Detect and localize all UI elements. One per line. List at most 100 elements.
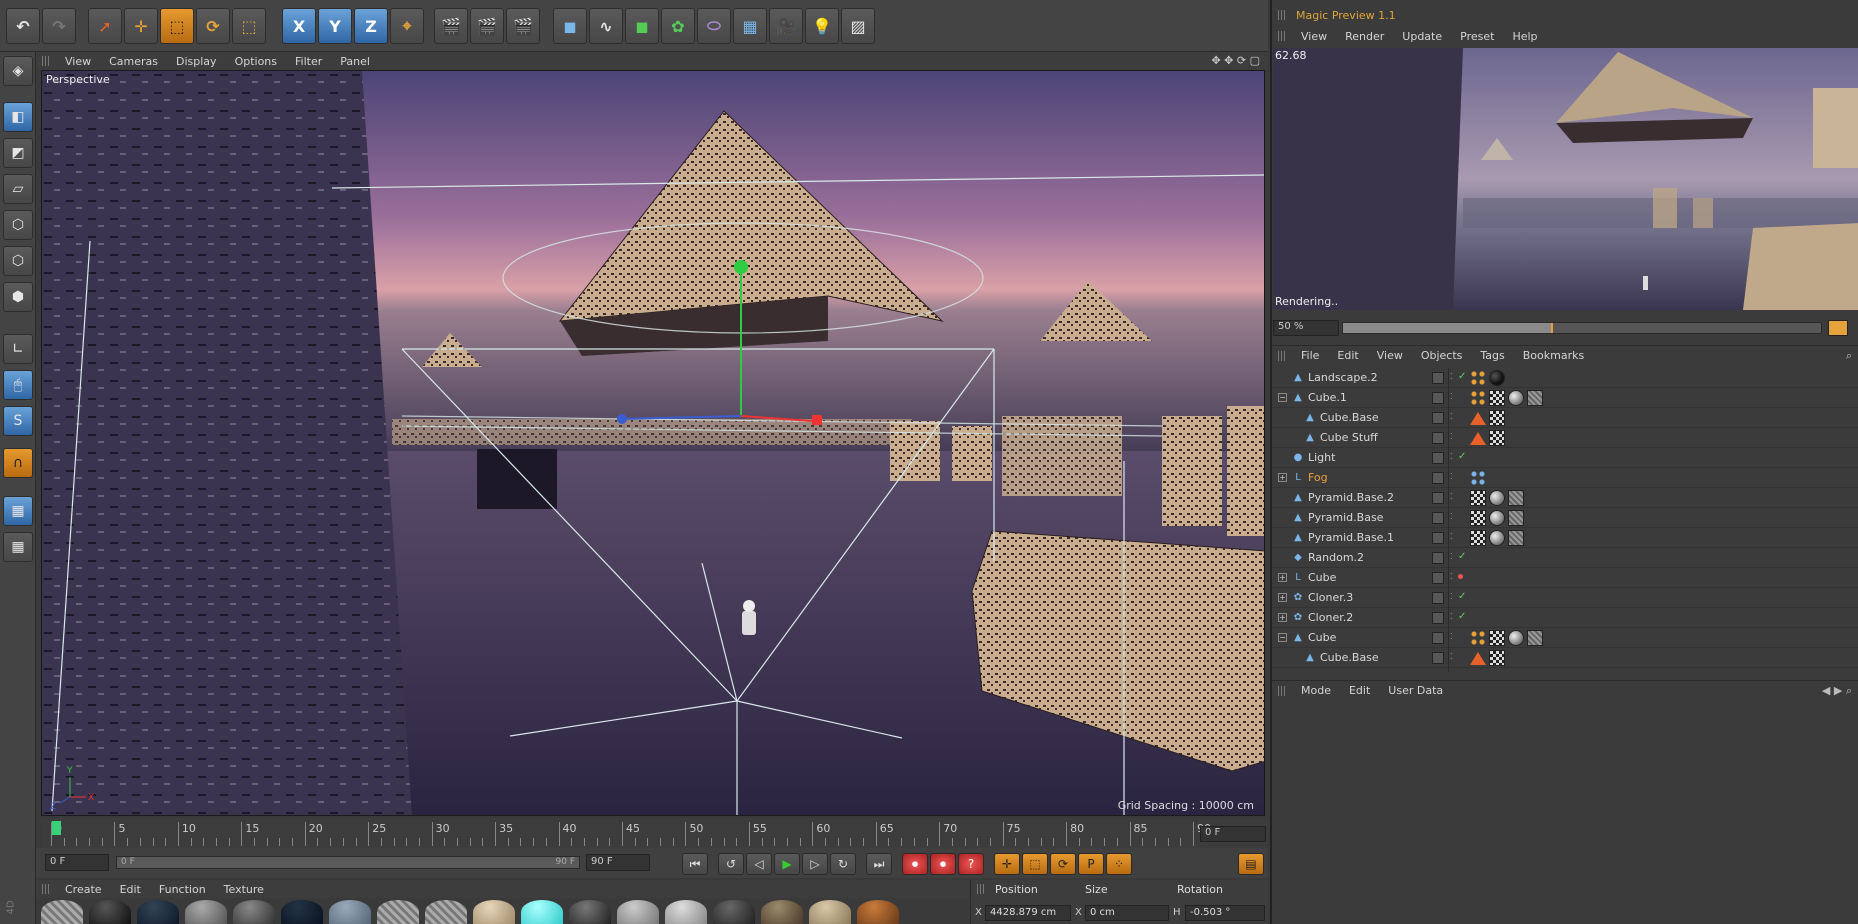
coordinate-system-button[interactable]: ⌖: [390, 8, 424, 44]
visibility-dots-icon[interactable]: ⁚: [1450, 492, 1456, 504]
tweak-mode-button[interactable]: 🖱: [3, 370, 33, 400]
mp-menu-help[interactable]: Help: [1503, 30, 1546, 43]
om-menu-objects[interactable]: Objects: [1412, 349, 1472, 362]
axis-mode-button[interactable]: ∟: [3, 334, 33, 364]
start-frame-field[interactable]: 0 F: [45, 854, 109, 871]
layer-flag-icon[interactable]: [1432, 652, 1444, 664]
layer-flag-icon[interactable]: [1432, 372, 1444, 384]
magic-preview-render[interactable]: 62.68 Rendering..: [1273, 48, 1858, 310]
enabled-check-icon[interactable]: ✓: [1458, 591, 1466, 602]
next-frame-button[interactable]: ▷: [802, 853, 828, 875]
render-settings-button[interactable]: 🎬: [506, 8, 540, 44]
checker-tag-icon[interactable]: [1489, 630, 1505, 646]
visibility-dots-icon[interactable]: ⁚: [1450, 592, 1456, 604]
object-name[interactable]: Cube.Base: [1320, 411, 1379, 424]
key-parameter-button[interactable]: P: [1078, 853, 1104, 875]
disabled-dot-icon[interactable]: [1458, 574, 1463, 579]
current-frame-field[interactable]: 0 F: [1200, 826, 1266, 842]
material-swatch[interactable]: [89, 900, 131, 924]
om-menu-edit[interactable]: Edit: [1328, 349, 1367, 362]
viewport-menu-panel[interactable]: Panel: [331, 55, 379, 68]
size-x-field[interactable]: 0 cm: [1085, 905, 1169, 921]
layer-flag-icon[interactable]: [1432, 632, 1444, 644]
phong-tag-icon[interactable]: [1470, 412, 1486, 425]
object-row[interactable]: − ▲ Cube ⁚: [1272, 628, 1858, 648]
deformer-button[interactable]: ⬭: [697, 8, 731, 44]
y-axis-lock[interactable]: Y: [318, 8, 352, 44]
dots-tag-icon[interactable]: [1470, 630, 1486, 646]
object-name[interactable]: Light: [1308, 451, 1335, 464]
magnet-icon[interactable]: ∩: [3, 448, 33, 478]
layer-flag-icon[interactable]: [1432, 572, 1444, 584]
viewport-menu-filter[interactable]: Filter: [286, 55, 331, 68]
visibility-dots-icon[interactable]: ⁚: [1450, 372, 1456, 384]
visibility-dots-icon[interactable]: ⁚: [1450, 572, 1456, 584]
material-menu-edit[interactable]: Edit: [111, 883, 150, 896]
object-row[interactable]: ▲ Landscape.2 ⁚ ✓: [1272, 368, 1858, 388]
visibility-dots-icon[interactable]: ⁚: [1450, 412, 1456, 424]
sphere-tag-icon[interactable]: [1489, 510, 1505, 526]
mp-menu-update[interactable]: Update: [1393, 30, 1451, 43]
viewport-menu-view[interactable]: View: [56, 55, 100, 68]
key-scale-button[interactable]: ⬚: [1022, 853, 1048, 875]
material-swatch[interactable]: [137, 900, 179, 924]
checker-tag-icon[interactable]: [1489, 650, 1505, 666]
material-swatch[interactable]: [521, 900, 563, 924]
object-row[interactable]: + L Cube ⁚: [1272, 568, 1858, 588]
spline-pen-button[interactable]: ∿: [589, 8, 623, 44]
viewport-menu-display[interactable]: Display: [167, 55, 226, 68]
light-button[interactable]: 💡: [805, 8, 839, 44]
object-row[interactable]: ▲ Pyramid.Base.1 ⁚: [1272, 528, 1858, 548]
mp-menu-view[interactable]: View: [1292, 30, 1336, 43]
object-name[interactable]: Pyramid.Base: [1308, 511, 1383, 524]
redo-button[interactable]: ↷: [42, 8, 76, 44]
object-name[interactable]: Landscape.2: [1308, 371, 1378, 384]
visibility-dots-icon[interactable]: ⁚: [1450, 632, 1456, 644]
material-swatch[interactable]: [377, 900, 419, 924]
layer-flag-icon[interactable]: [1432, 492, 1444, 504]
make-editable-button[interactable]: ◈: [3, 56, 33, 86]
rotation-h-field[interactable]: -0.503 °: [1185, 905, 1265, 921]
last-tool[interactable]: ⬚: [232, 8, 266, 44]
material-swatch[interactable]: [185, 900, 227, 924]
object-name[interactable]: Cube.Base: [1320, 651, 1379, 664]
layer-flag-icon[interactable]: [1432, 472, 1444, 484]
perspective-viewport[interactable]: Y X Z Perspective Grid Spacing : 10000 c…: [41, 70, 1265, 816]
object-row[interactable]: ◆ Random.2 ⁚ ✓: [1272, 548, 1858, 568]
live-selection-tool[interactable]: ➚: [88, 8, 122, 44]
layer-flag-icon[interactable]: [1432, 532, 1444, 544]
object-name[interactable]: Fog: [1308, 471, 1328, 484]
floor-button[interactable]: ▦: [733, 8, 767, 44]
sphere-tag-icon[interactable]: [1489, 530, 1505, 546]
checker-tag-icon[interactable]: [1489, 430, 1505, 446]
environment-button[interactable]: ▨: [841, 8, 875, 44]
attr-menu-edit[interactable]: Edit: [1340, 684, 1379, 697]
viewport-menu-cameras[interactable]: Cameras: [100, 55, 167, 68]
subdivision-button[interactable]: ◼: [625, 8, 659, 44]
material-swatch[interactable]: [329, 900, 371, 924]
layer-flag-icon[interactable]: [1432, 592, 1444, 604]
polygons-mode-button[interactable]: ⬢: [3, 282, 33, 312]
previous-key-button[interactable]: ↺: [718, 853, 744, 875]
visibility-dots-icon[interactable]: ⁚: [1450, 472, 1456, 484]
undo-button[interactable]: ↶: [6, 8, 40, 44]
object-name[interactable]: Cube: [1308, 571, 1336, 584]
sphere-tag-icon[interactable]: [1489, 490, 1505, 506]
model-mode-button[interactable]: ◧: [3, 102, 33, 132]
sphere-tag-icon[interactable]: [1508, 390, 1524, 406]
object-row[interactable]: + ✿ Cloner.3 ⁚ ✓: [1272, 588, 1858, 608]
end-frame-field[interactable]: 90 F: [586, 854, 650, 871]
key-pla-button[interactable]: ⁘: [1106, 853, 1132, 875]
workplane-mode-button[interactable]: ▱: [3, 174, 33, 204]
material-swatch[interactable]: [233, 900, 275, 924]
checker-tag-icon[interactable]: [1470, 530, 1486, 546]
enabled-check-icon[interactable]: ✓: [1458, 551, 1466, 562]
expand-toggle-icon[interactable]: +: [1278, 573, 1287, 582]
object-name[interactable]: Cube.1: [1308, 391, 1347, 404]
expand-toggle-icon[interactable]: +: [1278, 613, 1287, 622]
checker-tag-icon[interactable]: [1489, 390, 1505, 406]
checker-tag-icon[interactable]: [1489, 410, 1505, 426]
object-row[interactable]: ▲ Pyramid.Base.2 ⁚: [1272, 488, 1858, 508]
rotate-tool[interactable]: ⟳: [196, 8, 230, 44]
go-to-end-button[interactable]: ⏭: [866, 853, 892, 875]
